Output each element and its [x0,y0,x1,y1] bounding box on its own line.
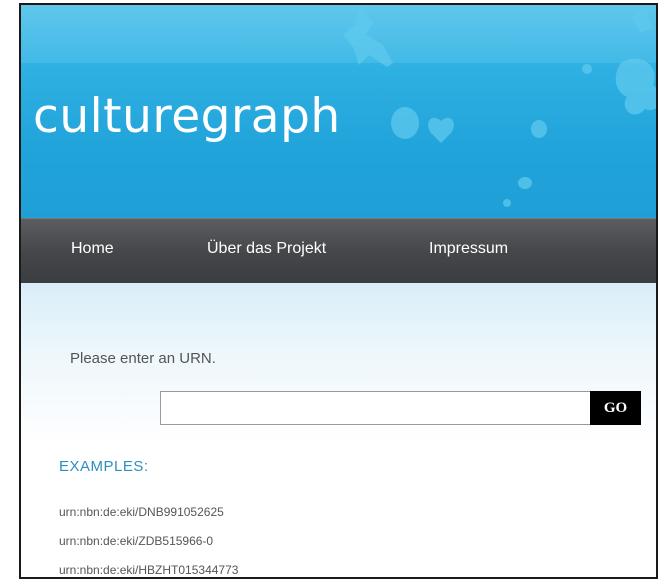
go-button[interactable]: GO [590,391,641,425]
example-urn-link[interactable]: urn:nbn:de:eki/DNB991052625 [59,505,224,519]
examples-heading: EXAMPLES: [59,458,149,475]
example-urn-link[interactable]: urn:nbn:de:eki/HBZHT015344773 [59,563,238,577]
nav-item-home[interactable]: Home [71,240,114,258]
nav-item-about-project[interactable]: Über das Projekt [207,240,326,258]
main-navigation: Home Über das Projekt Impressum [21,218,656,284]
nav-item-imprint[interactable]: Impressum [429,240,508,258]
main-content: Please enter an URN. GO EXAMPLES: urn:nb… [21,283,656,577]
page-frame: culturegraph Home Über das Projekt Impre… [19,3,658,579]
site-title[interactable]: culturegraph [33,93,341,140]
example-urn-link[interactable]: urn:nbn:de:eki/ZDB515966-0 [59,534,213,548]
urn-input[interactable] [160,391,590,425]
urn-prompt-label: Please enter an URN. [70,350,216,367]
site-header: culturegraph [21,5,656,218]
